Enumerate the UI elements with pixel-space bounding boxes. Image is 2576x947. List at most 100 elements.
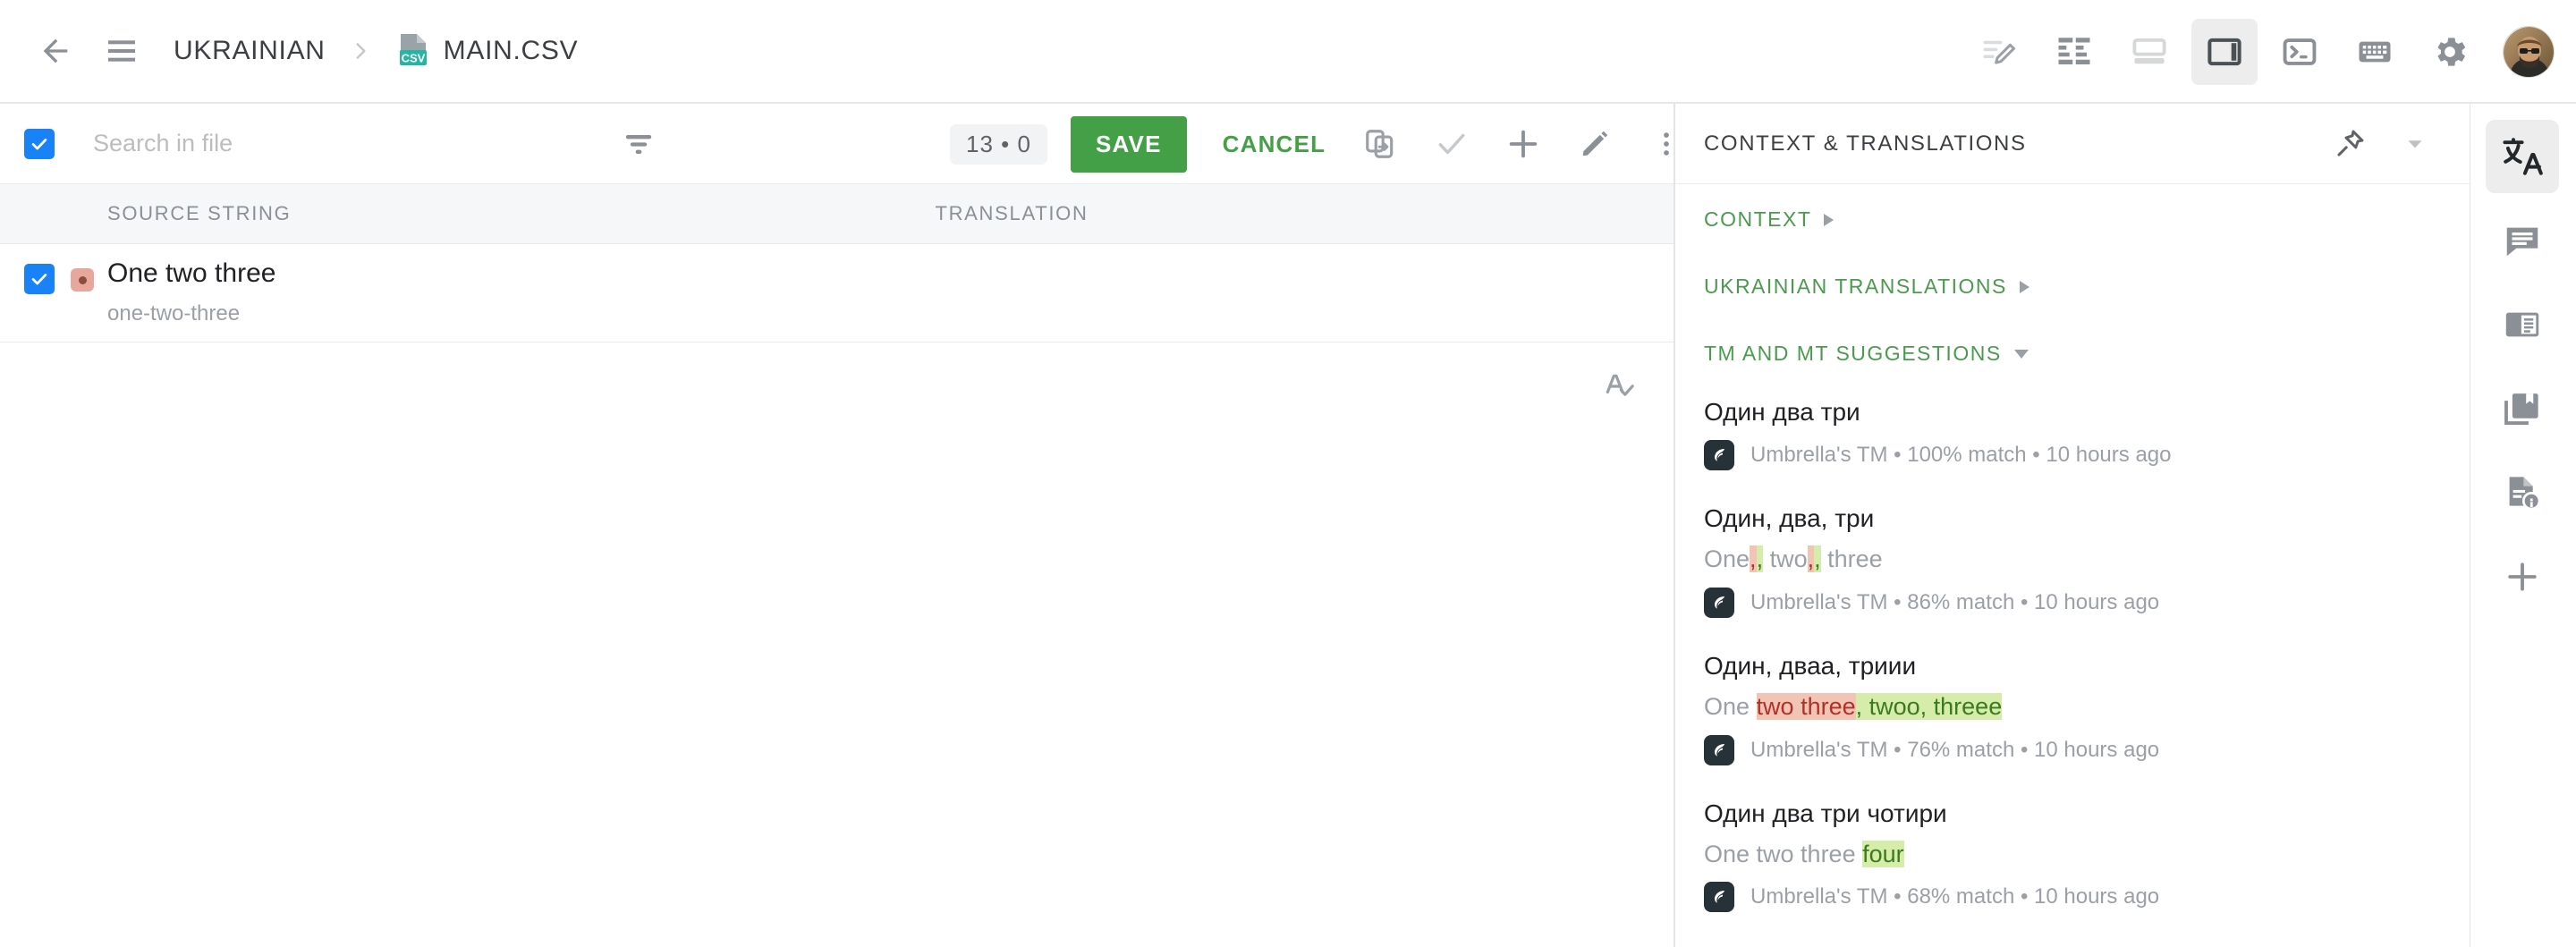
- tm-suggestion-list: Один два три Umbrella's TM • 100% match …: [1704, 396, 2441, 912]
- keyboard-icon[interactable]: [2342, 19, 2408, 85]
- right-icon-rail: [2470, 104, 2574, 947]
- diff-plain: One two three: [1704, 841, 1862, 867]
- glossary-icon[interactable]: [2486, 288, 2559, 361]
- csv-file-icon: CSV: [395, 32, 431, 70]
- gear-icon[interactable]: [2417, 19, 2483, 85]
- section-ukrainian-translations[interactable]: UKRAINIAN TRANSLATIONS: [1704, 275, 2441, 299]
- edit-document-icon[interactable]: [1966, 19, 2032, 85]
- terminal-icon[interactable]: [2267, 19, 2333, 85]
- svg-text:CSV: CSV: [401, 52, 425, 65]
- editor-toolbar: 13 • 0 SAVE CANCEL: [0, 104, 1674, 184]
- top-bottom-layout-icon[interactable]: [2116, 19, 2182, 85]
- diff-ins: , twoo, threee: [1856, 693, 2003, 720]
- diff-del: ,: [1808, 545, 1815, 572]
- diff-plain: two: [1763, 545, 1808, 572]
- diff-del: two three: [1757, 693, 1856, 720]
- copy-source-icon[interactable]: [1351, 114, 1410, 173]
- add-icon[interactable]: [1494, 114, 1553, 173]
- top-bar-tools: [1957, 0, 2555, 104]
- list-item[interactable]: Один два три Umbrella's TM • 100% match …: [1704, 396, 2441, 470]
- column-header-source: SOURCE STRING: [107, 202, 291, 225]
- context-panel-body: CONTEXT UKRAINIAN TRANSLATIONS TM AND MT…: [1675, 207, 2470, 912]
- source-string: One two three: [107, 258, 275, 289]
- add-panel-icon[interactable]: [2486, 540, 2559, 613]
- list-item[interactable]: Один, дваа, триии One two three, twoo, t…: [1704, 650, 2441, 765]
- tm-provider-icon: [1704, 735, 1734, 765]
- side-panel-layout-icon[interactable]: [2191, 19, 2258, 85]
- editor-window: UKRAINIAN CSV MAIN.CSV: [0, 0, 2576, 947]
- comment-icon[interactable]: [2486, 204, 2559, 277]
- suggestion-meta: Umbrella's TM • 68% match • 10 hours ago: [1704, 882, 2441, 912]
- diff-plain: One: [1704, 545, 1750, 572]
- select-all-checkbox[interactable]: [24, 129, 55, 159]
- suggestion-source-diff: One two three, twoo, threee: [1704, 692, 2441, 723]
- chevron-right-icon: [2020, 281, 2029, 293]
- search-input[interactable]: [93, 130, 558, 157]
- suggestion-meta: Umbrella's TM • 76% match • 10 hours ago: [1704, 735, 2441, 765]
- suggestion-target: Один два три чотири: [1704, 798, 2441, 829]
- suggestion-meta: Umbrella's TM • 86% match • 10 hours ago: [1704, 588, 2441, 618]
- pin-icon[interactable]: [2326, 121, 2373, 167]
- suggestion-target: Один, два, три: [1704, 503, 2441, 534]
- top-bar: UKRAINIAN CSV MAIN.CSV: [0, 0, 2576, 104]
- section-context[interactable]: CONTEXT: [1704, 207, 2441, 232]
- context-panel: CONTEXT & TRANSLATIONS CONTEXT: [1675, 104, 2470, 947]
- file-info-icon[interactable]: [2486, 456, 2559, 529]
- suggestion-source-diff: One,, two,, three: [1704, 545, 2441, 575]
- suggestion-source-diff: One two three four: [1704, 840, 2441, 870]
- translate-icon[interactable]: [2486, 120, 2559, 193]
- filter-icon[interactable]: [614, 119, 664, 169]
- chevron-down-icon[interactable]: [2396, 125, 2434, 163]
- diff-ins: ,: [1757, 545, 1764, 572]
- diff-plain: One: [1704, 693, 1757, 720]
- string-count-badge: 13 • 0: [950, 124, 1047, 165]
- diff-del: ,: [1750, 545, 1757, 572]
- tm-library-icon[interactable]: [2486, 372, 2559, 445]
- suggestion-meta-text: Umbrella's TM • 68% match • 10 hours ago: [1750, 884, 2159, 909]
- strings-pane: 13 • 0 SAVE CANCEL: [0, 104, 1675, 947]
- body: 13 • 0 SAVE CANCEL: [0, 104, 2576, 947]
- suggestion-meta-text: Umbrella's TM • 100% match • 10 hours ag…: [1750, 443, 2171, 468]
- suggestion-target: Один, дваа, триии: [1704, 650, 2441, 681]
- breadcrumb-chevron-icon: [349, 39, 372, 63]
- tm-provider-icon: [1704, 882, 1734, 912]
- list-item[interactable]: Один два три чотири One two three four U…: [1704, 798, 2441, 913]
- suggestion-meta: Umbrella's TM • 100% match • 10 hours ag…: [1704, 440, 2441, 470]
- section-tm-mt-suggestions-label: TM AND MT SUGGESTIONS: [1704, 342, 2002, 366]
- tm-provider-icon: [1704, 588, 1734, 618]
- diff-ins: four: [1862, 841, 1904, 867]
- hamburger-menu-icon[interactable]: [93, 22, 150, 80]
- diff-plain: three: [1821, 545, 1883, 572]
- editor-actions: 13 • 0 SAVE CANCEL: [950, 104, 1696, 184]
- breadcrumb-file-name[interactable]: MAIN.CSV: [444, 36, 579, 66]
- save-button[interactable]: SAVE: [1071, 116, 1187, 173]
- section-ukrainian-translations-label: UKRAINIAN TRANSLATIONS: [1704, 275, 2007, 299]
- chevron-right-icon: [1824, 214, 1834, 226]
- table-row[interactable]: One two three one-two-three: [0, 244, 1674, 342]
- tm-provider-icon: [1704, 440, 1734, 470]
- table-header: SOURCE STRING TRANSLATION: [0, 184, 1674, 244]
- spellcheck-icon[interactable]: [1601, 368, 1637, 408]
- section-tm-mt-suggestions[interactable]: TM AND MT SUGGESTIONS: [1704, 342, 2441, 366]
- avatar[interactable]: [2503, 26, 2555, 78]
- approve-check-icon[interactable]: [1422, 114, 1481, 173]
- status-badge[interactable]: [71, 268, 94, 292]
- diff-ins: ,: [1814, 545, 1821, 572]
- column-header-translation: TRANSLATION: [935, 202, 1088, 225]
- section-context-label: CONTEXT: [1704, 207, 1811, 232]
- breadcrumb-language[interactable]: UKRAINIAN: [174, 36, 326, 66]
- cancel-button[interactable]: CANCEL: [1210, 122, 1339, 167]
- source-key: one-two-three: [107, 301, 240, 326]
- row-checkbox[interactable]: [24, 264, 55, 294]
- list-item[interactable]: Один, два, три One,, two,, three Umbrell…: [1704, 503, 2441, 618]
- context-panel-title: CONTEXT & TRANSLATIONS: [1704, 131, 2027, 156]
- edit-pencil-icon[interactable]: [1565, 114, 1624, 173]
- chevron-down-icon: [2014, 350, 2029, 359]
- context-panel-header: CONTEXT & TRANSLATIONS: [1675, 104, 2470, 184]
- suggestion-meta-text: Umbrella's TM • 76% match • 10 hours ago: [1750, 738, 2159, 763]
- suggestion-target: Один два три: [1704, 396, 2441, 427]
- back-arrow-icon[interactable]: [27, 22, 84, 80]
- split-columns-icon[interactable]: [2041, 19, 2107, 85]
- suggestion-meta-text: Umbrella's TM • 86% match • 10 hours ago: [1750, 590, 2159, 615]
- top-bar-left: UKRAINIAN CSV MAIN.CSV: [0, 22, 578, 80]
